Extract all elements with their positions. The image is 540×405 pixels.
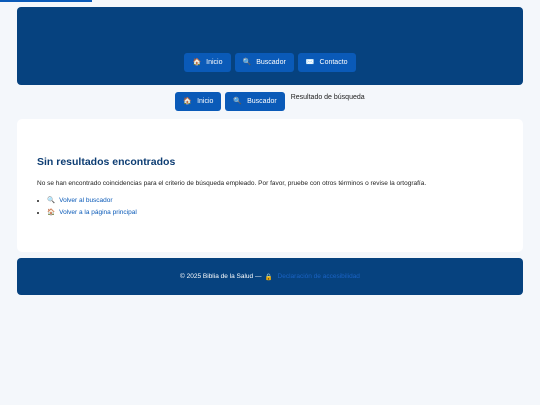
list-item: 🏠Volver a la página principal [47, 208, 137, 216]
main-nav: 🏠 Inicio 🔍 Buscador ✉️ Contacto [17, 53, 523, 72]
site-header: 🏠 Inicio 🔍 Buscador ✉️ Contacto [17, 7, 523, 85]
list-item: 🔍Volver al buscador [47, 196, 137, 204]
back-to-home-link[interactable]: Volver a la página principal [59, 209, 137, 216]
breadcrumb-search-label: Buscador [247, 98, 277, 105]
nav-home-label: Inicio [206, 59, 223, 66]
breadcrumb-search-button[interactable]: 🔍 Buscador [225, 92, 285, 111]
envelope-icon: ✉️ [305, 59, 315, 66]
accessibility-statement-link[interactable]: Declaración de accesibilidad [278, 273, 360, 280]
nav-contact-label: Contacto [319, 59, 348, 66]
breadcrumb-home-button[interactable]: 🏠 Inicio [175, 92, 222, 111]
help-links-list: 🔍Volver al buscador 🏠Volver a la página … [47, 196, 137, 220]
lock-icon: 🔒 [264, 273, 273, 281]
magnifier-icon: 🔍 [242, 59, 252, 66]
nav-search-button[interactable]: 🔍 Buscador [234, 53, 294, 72]
copyright-text: © 2025 Biblia de la Salud — [180, 273, 262, 280]
house-icon: 🏠 [47, 209, 56, 216]
nav-search-label: Buscador [256, 59, 286, 66]
breadcrumb-home-label: Inicio [197, 98, 214, 105]
house-icon: 🏠 [183, 98, 193, 105]
no-results-message: No se han encontrado coincidencias para … [37, 180, 427, 187]
house-icon: 🏠 [192, 59, 202, 66]
breadcrumb-current: Resultado de búsqueda [290, 94, 365, 101]
page-title: Sin resultados encontrados [37, 156, 176, 168]
magnifier-icon: 🔍 [47, 197, 56, 204]
site-footer: © 2025 Biblia de la Salud — 🔒 Declaració… [17, 258, 523, 295]
back-to-search-link[interactable]: Volver al buscador [59, 197, 112, 204]
nav-home-button[interactable]: 🏠 Inicio [184, 53, 231, 72]
skip-link-bar[interactable] [0, 0, 92, 2]
nav-contact-button[interactable]: ✉️ Contacto [297, 53, 356, 72]
results-card: Sin resultados encontrados No se han enc… [17, 119, 523, 252]
breadcrumb: 🏠 Inicio 🔍 Buscador Resultado de búsqued… [0, 92, 540, 111]
magnifier-icon: 🔍 [233, 98, 243, 105]
